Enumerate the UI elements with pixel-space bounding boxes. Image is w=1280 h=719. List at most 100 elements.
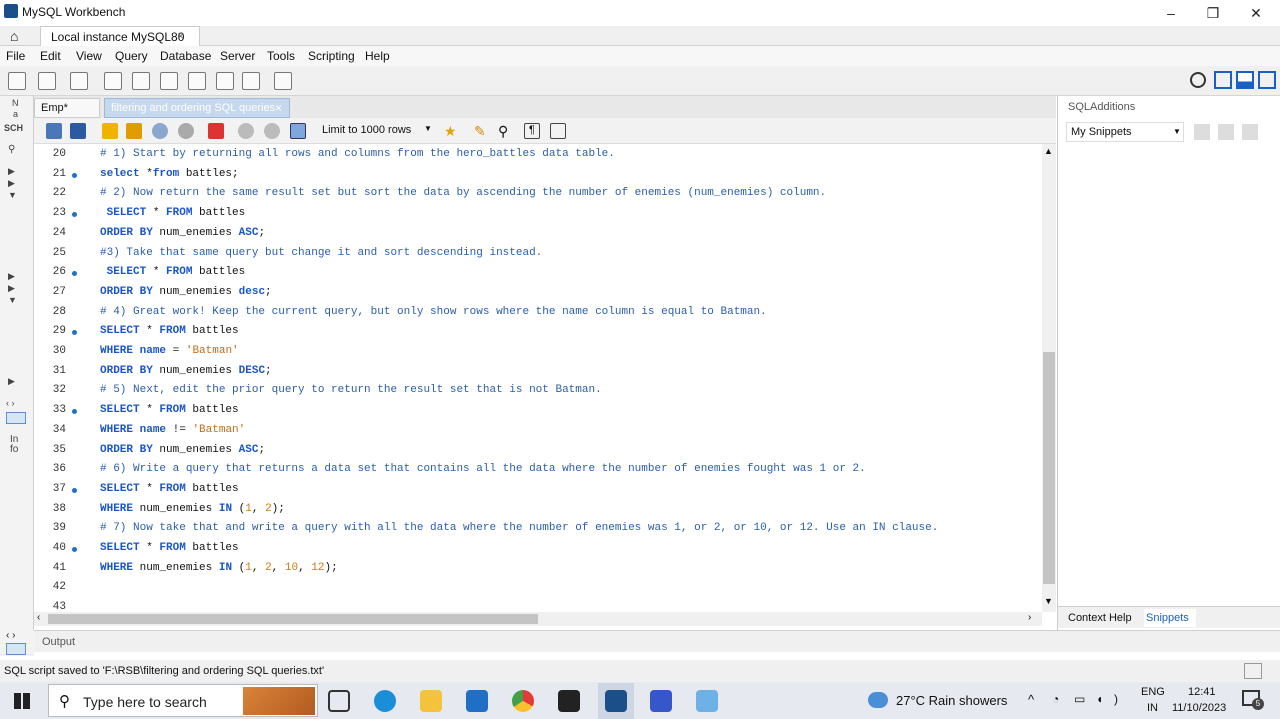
menu-help[interactable]: Help [365, 49, 390, 63]
create-table-icon[interactable] [132, 72, 150, 90]
toggle-sidebar-icon[interactable] [1214, 71, 1232, 89]
minimize-button[interactable]: – [1156, 4, 1186, 22]
editor-horizontal-scrollbar[interactable]: ‹ › [34, 612, 1042, 626]
scroll-thumb[interactable] [1043, 352, 1055, 584]
code-line[interactable]: WHERE num_enemies IN (1, 2); [100, 503, 285, 515]
word-wrap-icon[interactable] [550, 123, 566, 139]
chrome-icon[interactable] [512, 690, 534, 712]
tree-collapse-icon[interactable]: ▼ [8, 295, 17, 305]
speaker-icon[interactable]: ) [1114, 692, 1118, 706]
menu-database[interactable]: Database [160, 49, 211, 63]
open-sql-script-icon[interactable] [38, 72, 56, 90]
code-line[interactable]: #3) Take that same query but change it a… [100, 247, 542, 259]
scroll-right-icon[interactable]: › [1028, 612, 1031, 623]
tab-snippets[interactable]: Snippets [1144, 609, 1196, 627]
code-line[interactable]: # 4) Great work! Keep the current query,… [100, 306, 767, 318]
panel-arrows-icon[interactable]: ‹ › [6, 630, 15, 641]
code-line[interactable]: # 1) Start by returning all rows and col… [100, 148, 615, 160]
code-line[interactable]: SELECT * FROM battles [100, 325, 239, 337]
tray-chevron-up-icon[interactable]: ^ [1028, 692, 1034, 707]
tree-expander-icon[interactable]: ▶ [8, 283, 15, 294]
code-line[interactable]: WHERE name != 'Batman' [100, 424, 245, 436]
task-view-icon[interactable] [328, 690, 350, 712]
language-region[interactable]: IN [1147, 702, 1158, 714]
code-line[interactable]: # 7) Now take that and write a query wit… [100, 522, 938, 534]
weather-text[interactable]: 27°C Rain showers [896, 693, 1007, 708]
editor-vertical-scrollbar[interactable]: ▲ ▼ [1042, 144, 1056, 612]
invisible-chars-icon[interactable]: ¶ [524, 123, 540, 139]
status-panel-icon[interactable] [1244, 663, 1262, 679]
beautify-icon[interactable]: ✎ [474, 123, 490, 139]
create-procedure-icon[interactable] [188, 72, 206, 90]
menu-edit[interactable]: Edit [40, 49, 61, 63]
sql-editor[interactable]: 20 # 1) Start by returning all rows and c… [34, 144, 1042, 612]
save-icon[interactable] [70, 123, 86, 139]
menu-query[interactable]: Query [115, 49, 148, 63]
volume-icon[interactable]: ◖ [1096, 692, 1103, 706]
code-line[interactable]: SELECT * FROM battles [100, 207, 246, 219]
execute-icon[interactable] [102, 123, 118, 139]
restore-button[interactable]: ❐ [1198, 4, 1228, 22]
code-line[interactable]: select *from battles; [100, 168, 239, 180]
tab-context-help[interactable]: Context Help [1068, 612, 1132, 624]
toggle-secondary-sidebar-icon[interactable] [1258, 71, 1276, 89]
explain-icon[interactable] [152, 123, 168, 139]
new-sql-tab-icon[interactable] [8, 72, 26, 90]
rollback-icon[interactable] [264, 123, 280, 139]
snippet-replace-icon[interactable] [1218, 124, 1234, 140]
execute-current-icon[interactable] [126, 123, 142, 139]
create-schema-icon[interactable] [104, 72, 122, 90]
menu-scripting[interactable]: Scripting [308, 49, 355, 63]
menu-file[interactable]: File [6, 49, 25, 63]
edge-icon[interactable] [374, 690, 396, 712]
scroll-down-icon[interactable]: ▼ [1044, 596, 1053, 606]
create-function-icon[interactable] [216, 72, 234, 90]
snippet-copy-icon[interactable] [1242, 124, 1258, 140]
tree-expander-icon[interactable]: ▶ [8, 178, 15, 189]
terminal-icon[interactable] [558, 690, 580, 712]
code-line[interactable]: SELECT * FROM battles [100, 483, 239, 495]
mysql-workbench-taskbar-icon[interactable] [605, 690, 627, 712]
tree-collapse-icon[interactable]: ▼ [8, 190, 17, 200]
create-view-icon[interactable] [160, 72, 178, 90]
scroll-left-icon[interactable]: ‹ [37, 612, 40, 623]
snippets-dropdown[interactable]: My Snippets ▼ [1066, 122, 1184, 142]
reconnect-icon[interactable] [274, 72, 292, 90]
menu-view[interactable]: View [76, 49, 102, 63]
app-icon[interactable] [650, 690, 672, 712]
inspector-icon[interactable] [70, 72, 88, 90]
notifications-icon[interactable]: 5 [1242, 690, 1264, 710]
search-table-data-icon[interactable] [242, 72, 260, 90]
tree-expander-icon[interactable]: ▶ [8, 376, 15, 387]
close-window-button[interactable]: ✕ [1241, 4, 1271, 22]
code-line[interactable]: ORDER BY num_enemies ASC; [100, 444, 265, 456]
code-line[interactable]: # 6) Write a query that returns a data s… [100, 463, 866, 475]
code-line[interactable]: ORDER BY num_enemies DESC; [100, 365, 272, 377]
menu-server[interactable]: Server [220, 49, 255, 63]
output-toggle-icon[interactable] [6, 643, 26, 655]
find-icon[interactable]: ⚲ [498, 123, 514, 139]
scroll-up-icon[interactable]: ▲ [1044, 146, 1053, 156]
settings-icon[interactable] [1190, 72, 1206, 88]
toggle-output-icon[interactable] [1236, 71, 1254, 89]
battery-icon[interactable]: ▭ [1074, 692, 1085, 706]
tab-emp[interactable]: Emp* [34, 98, 100, 118]
network-icon[interactable]: ◔ [1052, 692, 1059, 706]
tab-filtering-queries[interactable]: filtering and ordering SQL queries × [104, 98, 290, 118]
file-explorer-icon[interactable] [420, 690, 442, 712]
menu-tools[interactable]: Tools [267, 49, 295, 63]
add-snippet-icon[interactable]: ★ [444, 123, 460, 139]
tab-close-icon[interactable]: × [275, 101, 282, 115]
panel-arrows-icon[interactable]: ‹ › [6, 398, 15, 408]
code-line[interactable]: SELECT * FROM battles [100, 404, 239, 416]
connection-tab[interactable]: Local instance MySQL80 × [40, 26, 200, 46]
toggle-error-icon[interactable] [208, 123, 224, 139]
snippet-insert-icon[interactable] [1194, 124, 1210, 140]
stop-icon[interactable] [178, 123, 194, 139]
open-file-icon[interactable] [46, 123, 62, 139]
code-line[interactable]: ORDER BY num_enemies ASC; [100, 227, 265, 239]
taskbar-search[interactable]: ⚲ Type here to search [48, 684, 318, 717]
code-line[interactable]: WHERE name = 'Batman' [100, 345, 239, 357]
code-line[interactable]: WHERE num_enemies IN (1, 2, 10, 12); [100, 562, 338, 574]
panel-toggle-icon[interactable] [6, 412, 26, 424]
